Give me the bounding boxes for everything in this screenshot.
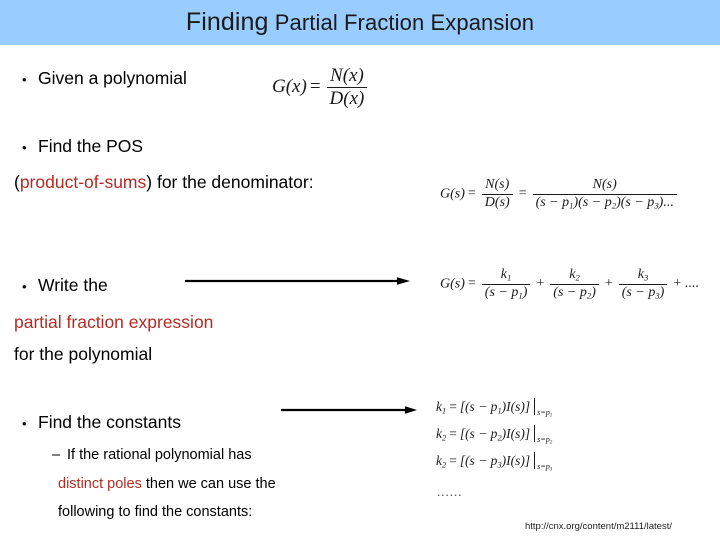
equation-residues-evalbar-2	[534, 425, 536, 442]
equation-partial-fractions-term-1: k1 (s − p1)	[481, 267, 531, 301]
sub-bullet-rational-polynomial: – If the rational polynomial has	[52, 447, 252, 463]
equation-partial-fractions-term-2: k2 (s − p2)	[550, 267, 599, 301]
sub-bullet-line3: following to find the constants:	[58, 504, 253, 520]
page-title: Finding Partial Fraction Expansion	[186, 8, 534, 37]
page-title-lead: Finding	[185, 8, 269, 36]
bullet-marker-icon: •	[22, 416, 27, 431]
bullet-find-pos-continuation: (product-of-sums) for the denominator:	[14, 170, 314, 194]
equation-residues-body-1: [(s − p1)I(s)]	[459, 398, 531, 415]
equation-g-of-s-pos-denominator-1: D(s)	[481, 193, 513, 211]
bullet-given-polynomial: • Given a polynomial	[22, 68, 187, 89]
equation-g-of-x-denominator: D(x)	[326, 86, 368, 109]
equation-g-of-s-pos: G(s) = N(s) D(s) = N(s) (s − p1)(s − p2)(…	[440, 177, 680, 211]
equation-g-of-x: G(x) = N(x) D(x)	[272, 66, 370, 109]
equation-g-of-x-fraction: N(x) D(x)	[326, 65, 368, 109]
equation-residues-line-1: k1 = [(s − p1)I(s)] s=p1	[436, 398, 552, 418]
equation-residues-k-1: k1	[436, 398, 447, 415]
equation-partial-fractions-term-3-denominator: (s − p3)	[618, 283, 668, 301]
bullet-write-expression-label: Write the	[38, 275, 108, 295]
equation-residues-line-2: k2 = [(s − p2)I(s)] s=p2	[436, 425, 552, 445]
sub-bullet-line1: If the rational polynomial has	[67, 447, 252, 463]
bullet-write-expression-line3: for the polynomial	[14, 344, 153, 364]
equation-g-of-s-pos-numerator-1: N(s)	[485, 177, 510, 192]
equation-residues-equals-2: =	[449, 425, 457, 441]
equation-partial-fractions-term-2-denominator: (s − p2)	[550, 283, 599, 301]
equation-residues-equals-1: =	[449, 398, 457, 414]
footer-source-url: http://cnx.org/content/m2111/latest/	[525, 521, 672, 532]
equation-g-of-x-lhs: G(x)	[272, 75, 307, 97]
pos-highlight-term: product-of-sums	[19, 172, 147, 192]
equation-residues-k-3: k2	[436, 452, 447, 469]
sub-bullet-highlight-term: distinct poles	[58, 476, 142, 492]
equation-g-of-s-pos-equals-1: =	[467, 186, 476, 202]
equation-residues-eval-3: s=p3	[537, 462, 553, 473]
dash-marker-icon: –	[52, 447, 61, 463]
equation-plus-1: +	[536, 276, 545, 292]
equation-partial-fractions-term-3-numerator: k3	[637, 267, 649, 283]
equation-g-of-x-equals: =	[309, 75, 321, 97]
equation-residues-body-2: [(s − p2)I(s)]	[459, 425, 531, 442]
sub-bullet-line2-rest: then we can use the	[145, 476, 276, 492]
equation-residues-eval-2: s=p2	[537, 435, 553, 446]
bullet-find-pos: • Find the POS	[22, 136, 143, 157]
equation-partial-fractions-equals: =	[467, 276, 476, 292]
equation-residues-evalbar-1	[534, 398, 536, 415]
equation-g-of-s-pos-denominator-2: (s − p1)(s − p2)(s − p3)...	[532, 193, 677, 211]
equation-residues-equals-3: =	[449, 452, 457, 468]
equation-partial-fractions-term-2-numerator: k2	[569, 267, 580, 283]
equation-partial-fractions-term-1-numerator: k1	[500, 267, 512, 283]
equation-partial-fractions-term-3: k3 (s − p3)	[618, 267, 668, 301]
sub-bullet-line2: distinct poles then we can use the	[58, 476, 276, 492]
slide-canvas: Finding Partial Fraction Expansion • Giv…	[0, 0, 720, 540]
bullet-find-pos-label: Find the POS	[38, 136, 144, 156]
bullet-marker-icon: •	[22, 279, 27, 294]
equation-partial-fractions-term-1-denominator: (s − p1)	[481, 283, 531, 301]
equation-g-of-s-pos-equals-2: =	[518, 186, 527, 202]
equation-residues-ellipsis: ......	[437, 484, 463, 499]
equation-g-of-s-pos-lhs: G(s)	[440, 186, 465, 202]
equation-residues-line-3: k2 = [(s − p3)I(s)] s=p3	[436, 452, 552, 472]
arrow-write-expression-icon	[185, 275, 410, 287]
equation-residues-evalbar-3	[534, 452, 536, 469]
equation-partial-fractions: G(s) = k1 (s − p1) + k2 (s − p2) + k3 (s …	[440, 267, 702, 301]
equation-g-of-s-pos-fraction-1: N(s) D(s)	[481, 177, 513, 211]
bullet-find-constants: • Find the constants	[22, 412, 181, 433]
bullet-write-expression: • Write the	[22, 275, 108, 296]
equation-g-of-s-pos-numerator-2: N(s)	[592, 177, 617, 192]
equation-g-of-s-pos-fraction-2: N(s) (s − p1)(s − p2)(s − p3)...	[532, 177, 677, 211]
equation-plus-2: +	[604, 276, 613, 292]
equation-partial-fractions-tail: + ....	[673, 276, 699, 292]
bullet-marker-icon: •	[22, 140, 27, 155]
equation-g-of-x-numerator: N(x)	[330, 65, 364, 86]
pos-continuation-suffix: ) for the denominator:	[146, 172, 314, 192]
bullet-write-expression-highlight: partial fraction expression	[14, 312, 214, 332]
bullet-marker-icon: •	[22, 72, 27, 87]
slide-title-band: Finding Partial Fraction Expansion	[0, 0, 720, 45]
equation-partial-fractions-lhs: G(s)	[440, 276, 465, 292]
equation-residues-k-2: k2	[436, 425, 447, 442]
page-title-rest: Partial Fraction Expansion	[274, 10, 535, 35]
bullet-given-polynomial-label: Given a polynomial	[38, 68, 187, 88]
arrow-find-constants-icon	[281, 404, 417, 416]
equation-residues-body-3: [(s − p3)I(s)]	[459, 452, 531, 469]
equation-residues-eval-1: s=p1	[537, 408, 553, 419]
bullet-find-constants-label: Find the constants	[38, 412, 181, 432]
